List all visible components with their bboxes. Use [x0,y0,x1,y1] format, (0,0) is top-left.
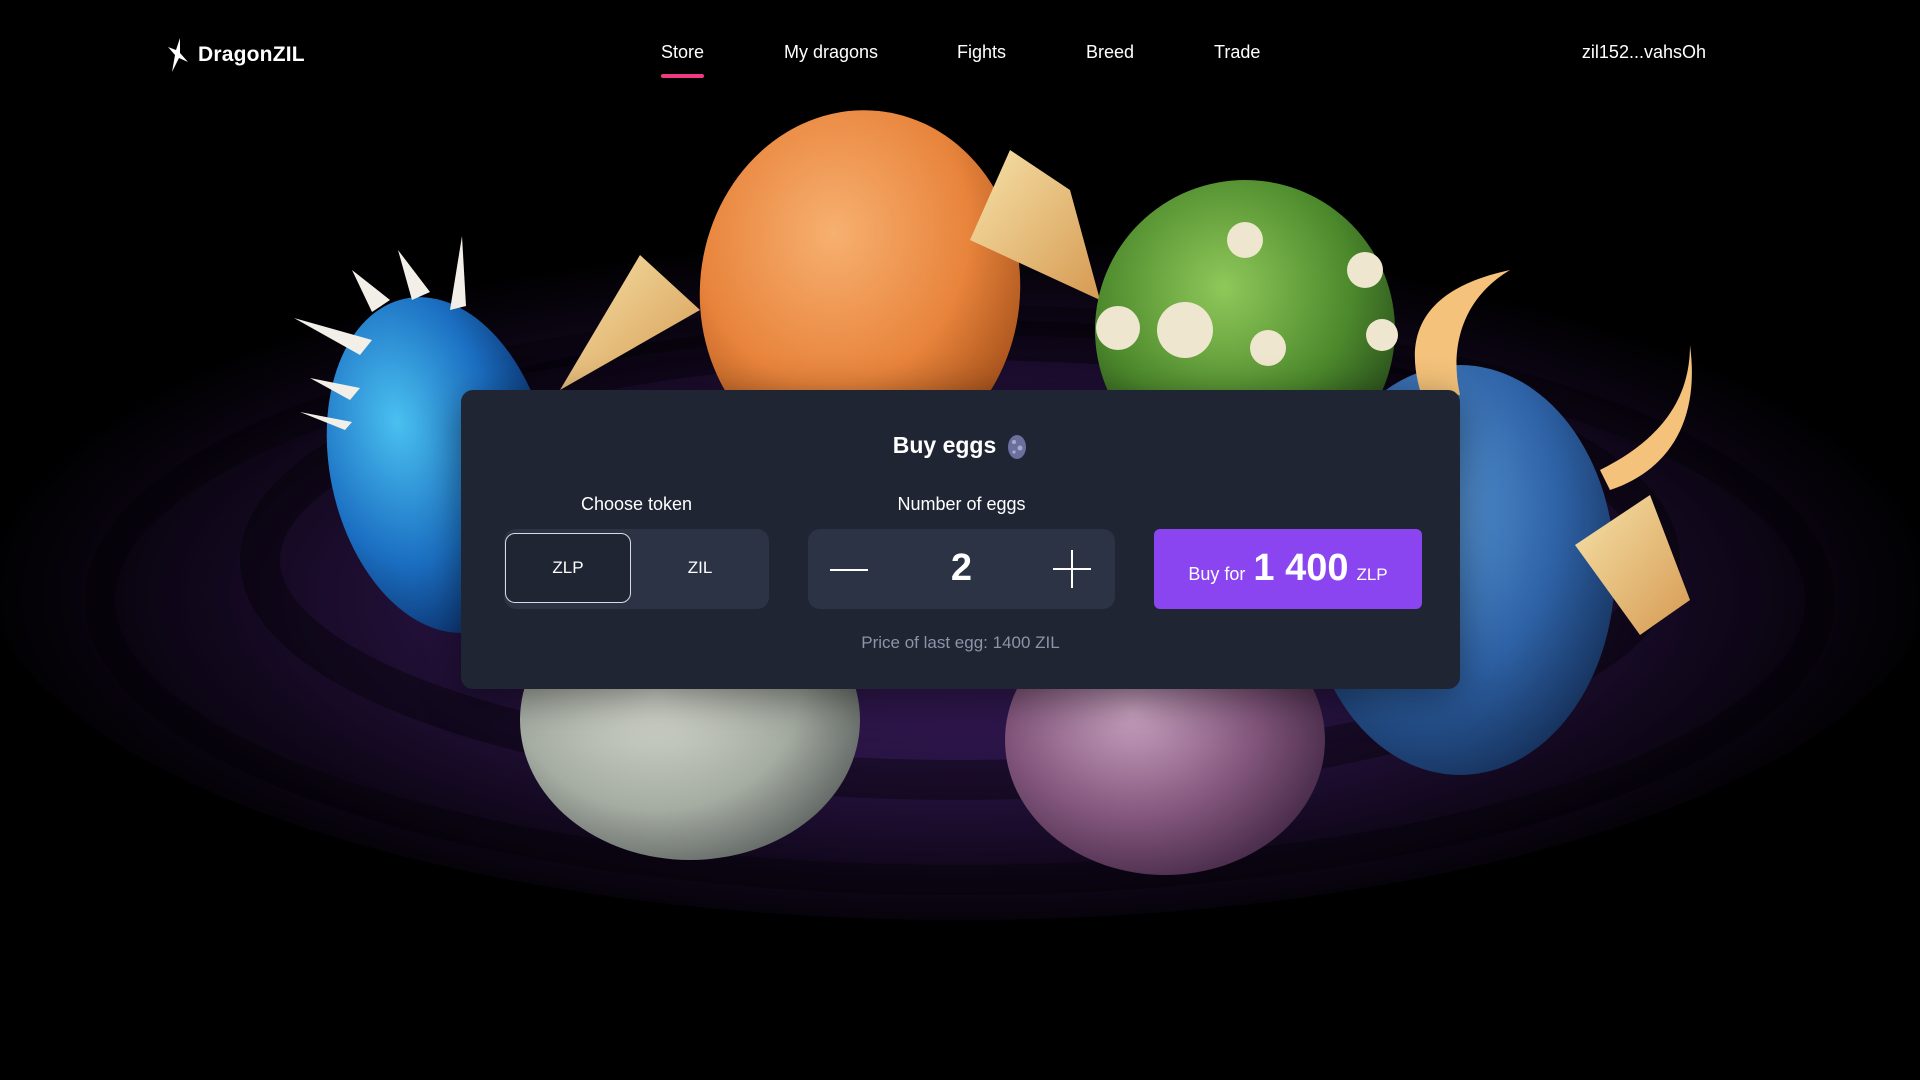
nav-trade[interactable]: Trade [1214,42,1260,63]
app-logo[interactable]: DragonZIL [166,36,305,74]
nav-breed[interactable]: Breed [1086,42,1134,63]
buy-eggs-title: Buy eggs [892,431,997,458]
panel-title: Buy eggs [461,430,1460,460]
plus-icon[interactable] [1053,550,1091,588]
nav-fights[interactable]: Fights [957,42,1006,63]
egg-quantity-stepper: 2 [808,529,1115,609]
wallet-address[interactable]: zil152...vahsOh [1582,42,1706,63]
choose-token-label: Choose token [580,494,693,514]
buy-button-prefix: Buy for [1188,564,1246,584]
buy-eggs-panel: Buy eggs Choose token ZLP ZIL Number of … [461,390,1460,689]
app-name: DragonZIL [198,43,305,66]
token-zil-button[interactable]: ZIL [637,533,763,603]
nav-store[interactable]: Store [661,42,705,78]
dragon-logo-icon [168,38,188,72]
egg-icon [1008,435,1027,459]
top-navigation-bar: DragonZIL Store My dragons Fights Breed … [0,0,1920,108]
last-egg-price-note: Price of last egg: 1400 ZIL [861,633,1060,652]
token-selector: ZLP ZIL [504,529,769,609]
token-zlp-button[interactable]: ZLP [505,533,631,603]
nav-my-dragons[interactable]: My dragons [784,42,878,63]
buy-button[interactable]: Buy for 1 400 ZLP [1154,529,1422,609]
buy-button-amount: 1 400 [1253,547,1349,589]
number-of-eggs-label: Number of eggs [897,494,1026,514]
buy-button-currency: ZLP [1356,565,1388,584]
